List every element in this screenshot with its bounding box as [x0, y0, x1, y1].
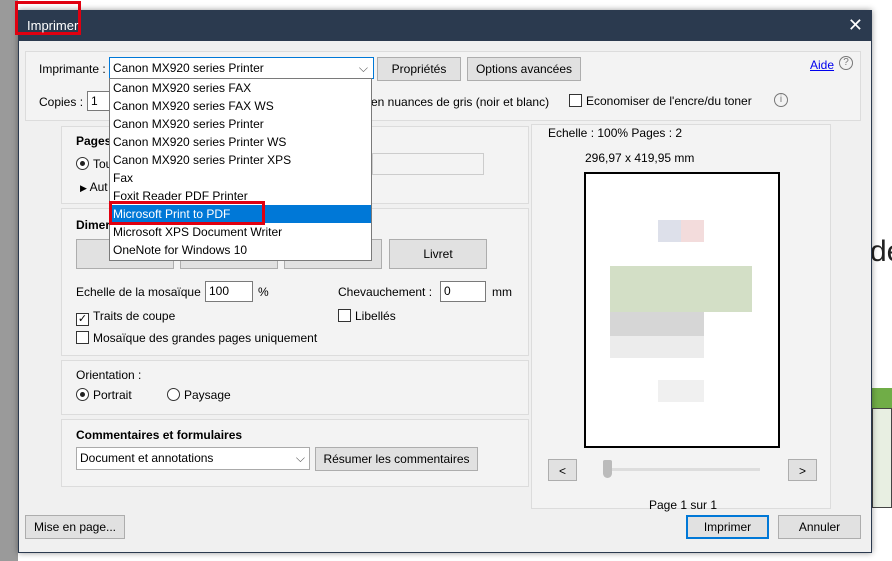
tile-scale-input[interactable]: 100	[205, 281, 253, 302]
more-options-label: Aut	[89, 180, 108, 194]
overlap-label: Chevauchement :	[338, 285, 433, 299]
printer-option[interactable]: Canon MX920 series FAX WS	[110, 97, 371, 115]
cut-marks-label: Traits de coupe	[93, 309, 176, 323]
background-document-text: de	[870, 235, 892, 268]
comments-panel: Commentaires et formulaires Document et …	[61, 419, 529, 487]
printer-select[interactable]: Canon MX920 series Printer ⌵	[109, 57, 374, 79]
grayscale-label[interactable]: en nuances de gris (noir et blanc)	[371, 95, 549, 109]
page-info: Page 1 sur 1	[649, 498, 718, 512]
advanced-options-button[interactable]: Options avancées	[467, 57, 581, 81]
labels-label: Libellés	[355, 309, 396, 323]
preview-panel: Echelle : 100% Pages : 2 296,97 x 419,95…	[531, 124, 831, 512]
labels-checkbox[interactable]: Libellés	[338, 309, 396, 323]
printer-option[interactable]: Canon MX920 series Printer WS	[110, 133, 371, 151]
printer-option[interactable]: Canon MX920 series Printer XPS	[110, 151, 371, 169]
slider-thumb[interactable]	[603, 460, 612, 478]
background-table-header	[872, 388, 892, 408]
cancel-button[interactable]: Annuler	[778, 515, 861, 539]
portrait-label: Portrait	[93, 388, 132, 402]
prev-page-button[interactable]: <	[548, 459, 577, 481]
printer-selected: Canon MX920 series Printer	[113, 61, 264, 75]
overlap-input[interactable]: 0	[440, 281, 486, 302]
page-slider[interactable]	[606, 468, 760, 471]
printer-option[interactable]: Canon MX920 series FAX	[110, 79, 371, 97]
save-ink-label: Economiser de l'encre/du toner	[586, 94, 752, 108]
dialog-title: Imprimer	[27, 18, 79, 33]
close-icon[interactable]: ✕	[848, 15, 863, 36]
summarize-comments-button[interactable]: Résumer les commentaires	[315, 447, 478, 471]
help-icon[interactable]: ?	[839, 56, 853, 70]
printer-option[interactable]: Microsoft XPS Document Writer	[110, 223, 371, 241]
next-page-button[interactable]: >	[788, 459, 817, 481]
printer-dropdown-list[interactable]: Canon MX920 series FAX Canon MX920 series…	[109, 78, 372, 261]
all-pages-radio[interactable]: Tou	[76, 157, 112, 171]
pages-title: Pages	[76, 134, 112, 148]
printer-option[interactable]: Canon MX920 series Printer	[110, 115, 371, 133]
size-title: Dimer	[76, 218, 111, 232]
printer-label: Imprimante :	[39, 62, 106, 76]
landscape-label: Paysage	[184, 388, 231, 402]
comments-select[interactable]: Document et annotations ⌵	[76, 447, 310, 470]
mm-label: mm	[492, 285, 512, 299]
tile-scale-label: Echelle de la mosaïque :	[76, 285, 208, 299]
page-preview	[584, 172, 780, 448]
preview-scale: Echelle : 100% Pages : 2	[548, 126, 683, 140]
save-ink-checkbox[interactable]: Economiser de l'encre/du toner	[569, 94, 752, 108]
landscape-radio[interactable]: Paysage	[167, 388, 231, 402]
booklet-button[interactable]: Livret	[389, 239, 487, 269]
desktop-background	[0, 0, 18, 561]
printer-option[interactable]: OneNote for Windows 10	[110, 241, 371, 259]
pages-range-input[interactable]	[372, 153, 484, 175]
copies-label: Copies :	[39, 95, 84, 109]
large-pages-checkbox[interactable]: Mosaïque des grandes pages uniquement	[76, 331, 317, 345]
orientation-title: Orientation :	[76, 368, 142, 382]
highlight-box	[109, 201, 265, 225]
preview-dimensions: 296,97 x 419,95 mm	[585, 151, 695, 165]
page-setup-button[interactable]: Mise en page...	[25, 515, 125, 539]
info-icon[interactable]: i	[774, 93, 788, 107]
background-table-cell	[872, 408, 892, 508]
title-bar: Imprimer ✕	[15, 1, 871, 41]
printer-option[interactable]: Fax	[110, 169, 371, 187]
percent-label: %	[258, 285, 269, 299]
chevron-down-icon: ⌵	[295, 451, 305, 465]
large-pages-label: Mosaïque des grandes pages uniquement	[93, 331, 318, 345]
print-dialog: Imprimer ✕ Imprimante : Canon MX920 seri…	[15, 1, 872, 553]
chevron-down-icon: ⌵	[358, 61, 368, 75]
help-link[interactable]: Aide	[810, 58, 834, 72]
comments-selected: Document et annotations	[80, 451, 214, 465]
portrait-radio[interactable]: Portrait	[76, 388, 132, 402]
cut-marks-checkbox[interactable]: ✓ Traits de coupe	[76, 309, 175, 326]
properties-button[interactable]: Propriétés	[377, 57, 461, 81]
print-button[interactable]: Imprimer	[686, 515, 769, 539]
triangle-right-icon: ▶	[80, 183, 87, 193]
more-options-toggle[interactable]: ▶ Aut	[80, 180, 108, 194]
orientation-panel: Orientation : Portrait Paysage	[61, 360, 529, 415]
comments-title: Commentaires et formulaires	[76, 428, 243, 442]
